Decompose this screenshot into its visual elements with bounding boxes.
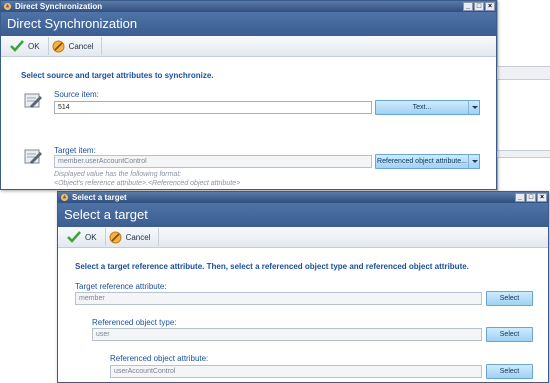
main-window-title: Direct Synchronization: [15, 2, 103, 11]
select-target-reference-button[interactable]: Select: [486, 291, 533, 306]
cancel-icon: [52, 40, 65, 52]
ok-button[interactable]: OK: [7, 37, 49, 55]
pencil-page-icon: [24, 149, 42, 164]
referenced-object-attribute-input[interactable]: userAccountControl: [110, 365, 482, 378]
app-icon: [60, 193, 69, 202]
dialog-instruction: Select a target reference attribute. The…: [75, 262, 469, 271]
background-app-strip: [497, 66, 550, 80]
maximize-button[interactable]: □: [474, 2, 484, 11]
format-hint-line2: <Object's reference attribute>.<Referenc…: [54, 180, 241, 187]
target-dropdown-arrow[interactable]: [468, 154, 480, 169]
ok-label: OK: [28, 41, 40, 51]
main-instruction: Select source and target attributes to s…: [21, 71, 214, 80]
source-item-label: Source item:: [54, 90, 99, 99]
checkmark-icon: [67, 231, 81, 243]
referenced-object-type-input[interactable]: user: [92, 328, 482, 341]
text-button[interactable]: Text...: [375, 100, 469, 115]
direct-synchronization-window: Direct Synchronization _ □ × Direct Sync…: [0, 0, 497, 190]
source-item-input[interactable]: 514: [54, 101, 372, 114]
main-banner: Direct Synchronization: [1, 12, 496, 36]
checkmark-icon: [10, 40, 24, 52]
minimize-button[interactable]: _: [515, 193, 525, 202]
format-hint-line1: Displayed value has the following format…: [54, 171, 182, 178]
cancel-button[interactable]: Cancel: [49, 37, 103, 55]
target-item-input[interactable]: member.userAccountControl: [54, 155, 372, 168]
select-object-type-button[interactable]: Select: [486, 327, 533, 342]
cancel-button[interactable]: Cancel: [106, 228, 160, 246]
maximize-button[interactable]: □: [526, 193, 536, 202]
close-button[interactable]: ×: [485, 2, 495, 11]
referenced-object-attribute-label: Referenced object attribute:: [110, 354, 209, 363]
select-target-dialog: Select a target _ □ × Select a target OK…: [57, 191, 549, 383]
target-reference-attribute-label: Target reference attribute:: [75, 282, 167, 291]
ok-button[interactable]: OK: [64, 228, 106, 246]
main-toolbar: OK Cancel: [1, 36, 496, 57]
cancel-label: Cancel: [68, 41, 94, 51]
source-dropdown-arrow[interactable]: [468, 100, 480, 115]
cancel-label: Cancel: [125, 232, 151, 242]
dialog-toolbar: OK Cancel: [58, 227, 548, 248]
target-item-label: Target item:: [54, 146, 96, 155]
cancel-icon: [109, 231, 122, 243]
select-object-attribute-button[interactable]: Select: [486, 364, 533, 379]
dialog-banner: Select a target: [58, 203, 548, 227]
referenced-object-type-label: Referenced object type:: [92, 318, 177, 327]
referenced-object-attribute-button[interactable]: Referenced object attribute...: [375, 154, 469, 169]
minimize-button[interactable]: _: [463, 2, 473, 11]
pencil-page-icon: [24, 93, 42, 108]
dialog-title: Select a target: [72, 193, 127, 202]
close-button[interactable]: ×: [537, 193, 547, 202]
ok-label: OK: [85, 232, 97, 242]
app-icon: [3, 2, 12, 11]
dialog-title-bar: Select a target _ □ ×: [58, 192, 548, 203]
background-app-strip: [497, 150, 550, 158]
main-title-bar: Direct Synchronization _ □ ×: [1, 1, 496, 12]
target-reference-attribute-input[interactable]: member: [75, 292, 482, 305]
